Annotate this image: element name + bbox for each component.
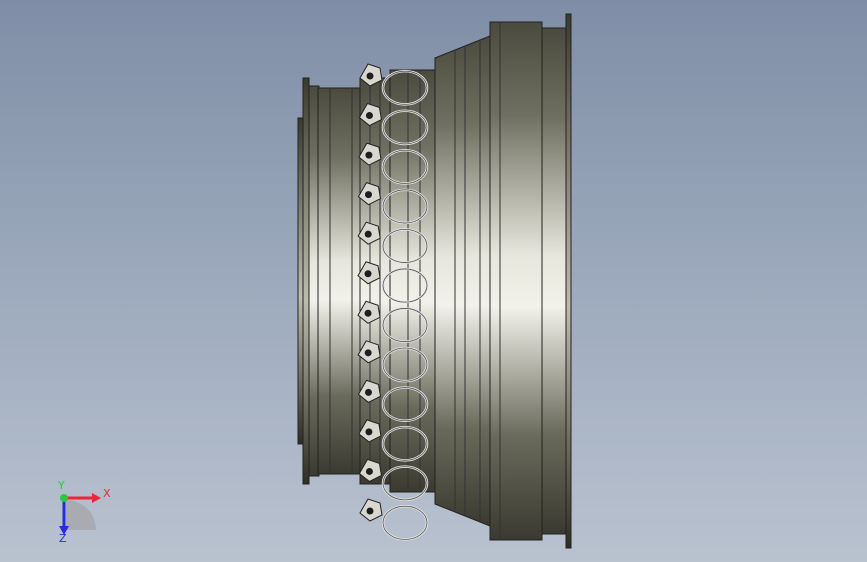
x-arrow-head <box>92 493 101 503</box>
bracket-bolt <box>364 309 372 317</box>
cone-section <box>434 35 491 527</box>
bracket-bolt <box>366 507 374 515</box>
3d-model-casing[interactable]: X Y Z <box>0 0 867 562</box>
bracket-bolt <box>365 467 373 475</box>
bracket-bolt <box>366 72 374 80</box>
y-axis-label: Y <box>57 479 65 492</box>
coordinate-triad[interactable]: X Y Z <box>57 479 111 545</box>
bracket-bolt <box>364 349 372 357</box>
bracket-bolt <box>364 191 372 199</box>
bracket-bolt <box>364 388 372 396</box>
z-axis-label: Z <box>59 532 67 545</box>
right-cylinder <box>489 13 572 549</box>
x-axis-label: X <box>103 487 111 500</box>
bracket-bolt <box>365 112 373 120</box>
triad-plane-quadrant <box>66 500 96 530</box>
bracket-bolt <box>364 270 372 278</box>
bracket-bolt <box>365 428 373 436</box>
coil-loop-edge <box>382 505 428 540</box>
bracket-bolt <box>365 151 373 159</box>
bracket-bolt <box>364 230 372 238</box>
y-axis-dot <box>60 494 68 502</box>
left-flange <box>297 77 320 485</box>
left-cylinder <box>317 87 361 475</box>
graphics-viewport[interactable]: X Y Z <box>0 0 867 562</box>
